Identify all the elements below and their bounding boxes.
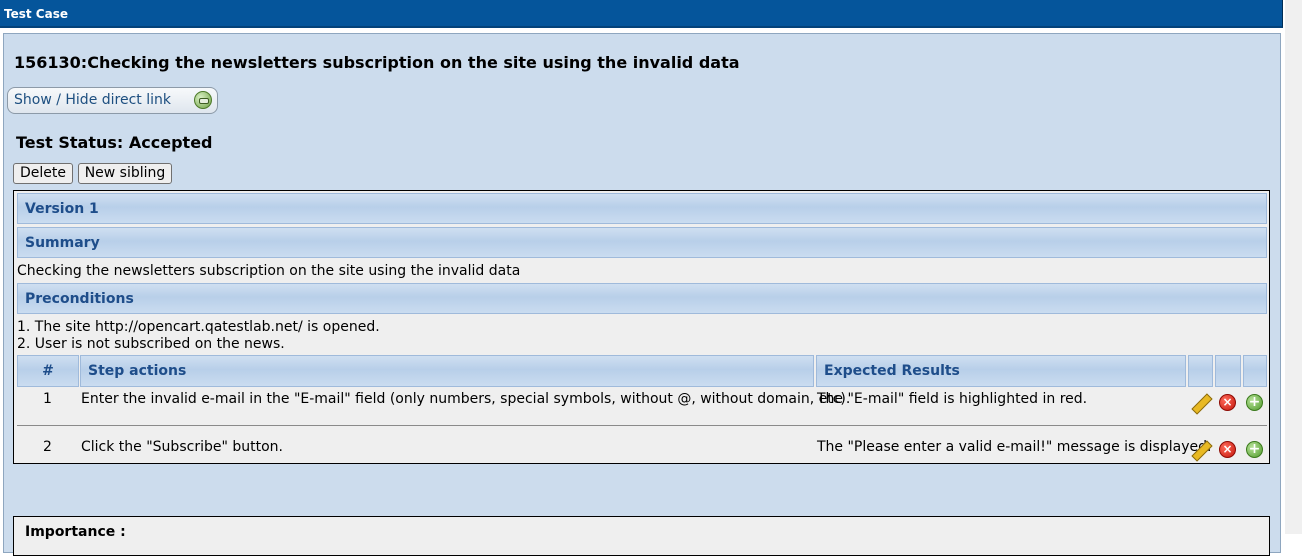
importance-label: Importance : (25, 524, 126, 540)
direct-link-toggle-button[interactable]: Show / Hide direct link (7, 87, 218, 114)
summary-header: Summary (17, 227, 1267, 258)
step-number: 2 (43, 439, 52, 455)
expected-results-header: Expected Results (816, 355, 1186, 387)
add-step-icon[interactable]: + (1246, 441, 1263, 458)
step-number-header: # (17, 355, 79, 387)
delete-step-icon[interactable]: × (1219, 441, 1236, 458)
delete-step-icon[interactable]: × (1219, 394, 1236, 411)
edit-column-header (1188, 355, 1213, 387)
add-column-header (1243, 355, 1267, 387)
version-header: Version 1 (17, 193, 1267, 224)
window-title: Test Case (4, 7, 68, 21)
summary-text: Checking the newsletters subscription on… (17, 263, 521, 279)
version-box: Version 1 Summary Checking the newslette… (13, 190, 1270, 464)
precondition-item: 2. User is not subscribed on the news. (17, 336, 285, 352)
vertical-scrollbar[interactable] (1285, 0, 1302, 534)
link-globe-icon (194, 91, 212, 109)
precondition-item: 1. The site http://opencart.qatestlab.ne… (17, 319, 380, 335)
direct-link-label: Show / Hide direct link (14, 92, 171, 108)
step-action: Enter the invalid e-mail in the "E-mail"… (81, 391, 851, 407)
delete-button[interactable]: Delete (13, 163, 73, 184)
window-title-bar: Test Case (0, 0, 1283, 28)
step-number: 1 (43, 391, 52, 407)
step-actions-header: Step actions (80, 355, 814, 387)
edit-step-pencil-icon[interactable] (1191, 440, 1213, 462)
test-status: Test Status: Accepted (16, 133, 213, 152)
add-step-icon[interactable]: + (1246, 394, 1263, 411)
edit-step-pencil-icon[interactable] (1191, 393, 1213, 415)
step-action: Click the "Subscribe" button. (81, 439, 283, 455)
importance-box: Importance : (13, 516, 1270, 556)
step-expected-result: The "Please enter a valid e-mail!" messa… (817, 439, 1212, 455)
preconditions-header: Preconditions (17, 283, 1267, 314)
step-expected-result: The "E-mail" field is highlighted in red… (817, 391, 1088, 407)
row-divider (17, 425, 1267, 426)
delete-column-header (1215, 355, 1241, 387)
new-sibling-button[interactable]: New sibling (78, 163, 172, 184)
test-case-title: 156130:Checking the newsletters subscrip… (14, 53, 740, 72)
